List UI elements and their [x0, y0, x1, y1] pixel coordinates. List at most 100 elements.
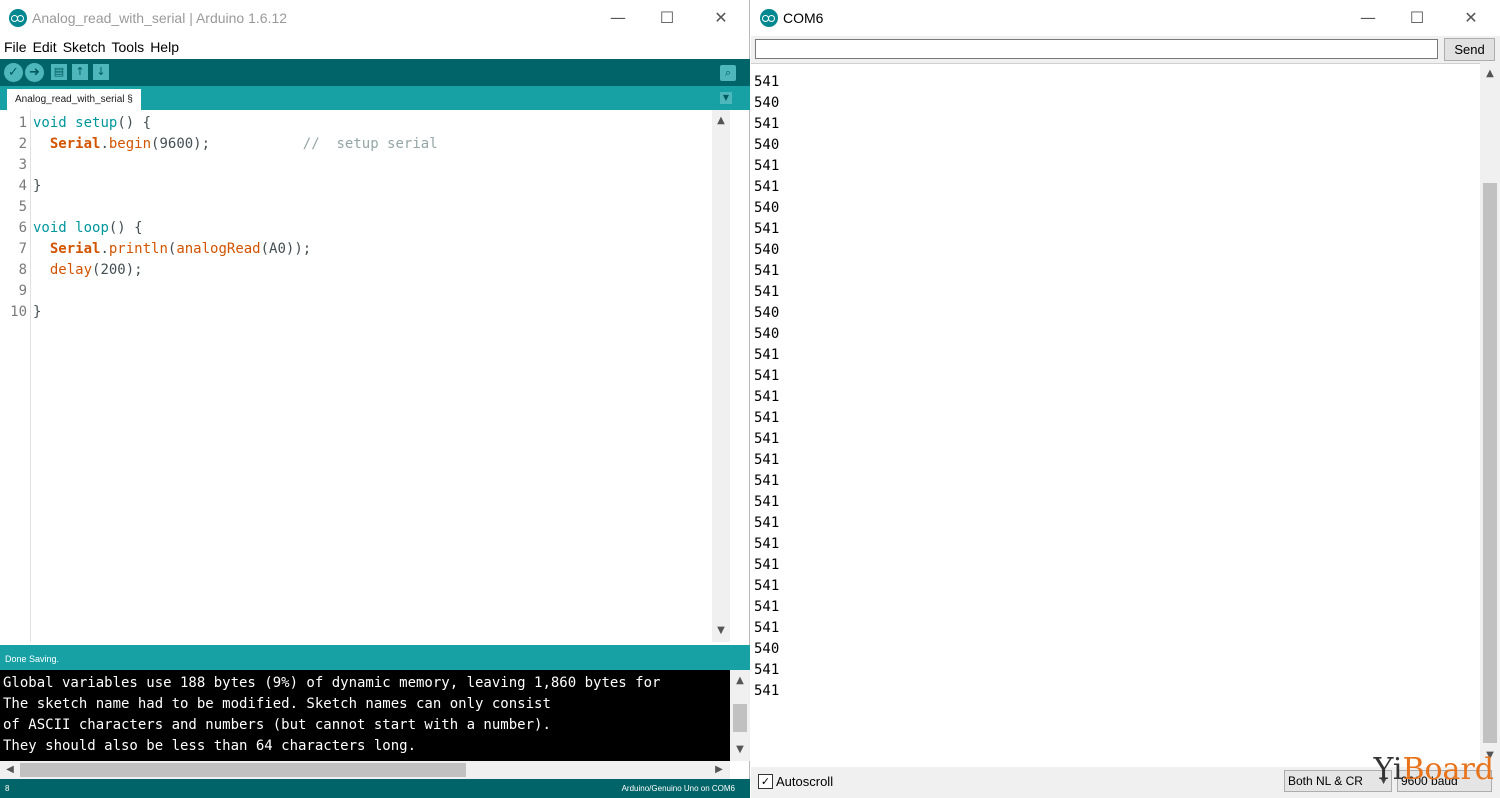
- ide-window-title: Analog_read_with_serial | Arduino 1.6.12: [32, 10, 288, 26]
- open-sketch-icon[interactable]: ↑: [72, 64, 88, 80]
- console-line: Global variables use 188 bytes (9%) of d…: [3, 675, 661, 691]
- scroll-down-icon[interactable]: ▼: [712, 622, 730, 640]
- line-number: 7: [18, 241, 27, 257]
- close-button[interactable]: ✕: [1448, 2, 1494, 34]
- serial-output-line: 541: [754, 410, 780, 426]
- verify-icon[interactable]: ✓: [4, 63, 23, 82]
- footer-line-number: 8: [5, 784, 10, 793]
- horizontal-scroll-thumb[interactable]: [20, 763, 466, 777]
- maximize-button[interactable]: ☐: [644, 2, 690, 34]
- save-sketch-icon[interactable]: ↓: [93, 64, 109, 80]
- menu-edit[interactable]: Edit: [31, 37, 59, 57]
- serial-output-line: 540: [754, 137, 780, 153]
- ide-footer: 8 Arduino/Genuino Uno on COM6: [0, 779, 750, 798]
- serial-output-line: 541: [754, 389, 780, 405]
- minimize-button[interactable]: —: [595, 2, 641, 34]
- serial-output-line: 541: [754, 263, 780, 279]
- tab-sketch[interactable]: Analog_read_with_serial §: [7, 89, 141, 110]
- code-function: analogRead: [176, 241, 261, 257]
- send-button[interactable]: Send: [1444, 38, 1495, 61]
- serial-output: 541 540 541 540 541 541 540 541 540 541 541 540 540 5…: [751, 63, 1480, 768]
- line-number: 9: [18, 283, 27, 299]
- serial-output-line: 541: [754, 683, 780, 699]
- line-ending-value: Both NL & CR: [1288, 774, 1363, 788]
- code-line-10: }: [33, 304, 42, 320]
- code-line-6: void loop() {: [33, 220, 143, 236]
- output-scrollbar[interactable]: ▲ ▼: [1480, 63, 1500, 767]
- upload-icon[interactable]: ➜: [25, 63, 44, 82]
- serial-output-line: 541: [754, 473, 780, 489]
- serial-output-line: 541: [754, 74, 780, 90]
- serial-output-line: 541: [754, 599, 780, 615]
- arduino-logo-icon: [9, 9, 27, 27]
- code-keyword: void: [33, 115, 67, 131]
- status-bar: Done Saving.: [0, 645, 750, 670]
- serial-output-line: 540: [754, 641, 780, 657]
- serial-monitor-icon[interactable]: ⌕: [720, 65, 736, 81]
- code-text: (9600);: [151, 136, 211, 152]
- serial-monitor-window: COM6 — ☐ ✕ Send 541 540 541 540 541 541 540 541…: [751, 0, 1500, 798]
- code-line-7: Serial.println(analogRead(A0));: [33, 241, 311, 257]
- serial-output-line: 541: [754, 452, 780, 468]
- code-line-2: Serial.begin(9600); // setup serial: [33, 136, 438, 152]
- line-number: 3: [18, 157, 27, 173]
- menu-help[interactable]: Help: [148, 37, 181, 57]
- serial-output-line: 541: [754, 557, 780, 573]
- console-horizontal-scrollbar[interactable]: ◀ ▶: [0, 761, 730, 779]
- maximize-button[interactable]: ☐: [1394, 2, 1440, 34]
- scroll-down-icon[interactable]: ▼: [731, 741, 749, 759]
- console-scrollbar[interactable]: ▲ ▼: [730, 670, 750, 761]
- line-number: 4: [18, 178, 27, 194]
- menu-sketch[interactable]: Sketch: [61, 37, 108, 57]
- code-text: (A0));: [260, 241, 312, 257]
- code-function: loop: [75, 220, 109, 236]
- code-line-1: void setup() {: [33, 115, 151, 131]
- line-number-gutter: 1 2 3 4 5 6 7 8 9 10: [0, 110, 31, 642]
- close-button[interactable]: ✕: [698, 2, 744, 34]
- serial-output-line: 541: [754, 284, 780, 300]
- scroll-up-icon[interactable]: ▲: [731, 672, 749, 690]
- serial-output-line: 541: [754, 431, 780, 447]
- code-text: () {: [117, 115, 152, 131]
- autoscroll-label: Autoscroll: [776, 774, 834, 789]
- serial-output-line: 541: [754, 494, 780, 510]
- serial-output-line: 541: [754, 515, 780, 531]
- serial-output-line: 541: [754, 221, 780, 237]
- code-keyword: void: [33, 220, 67, 236]
- ide-titlebar: Analog_read_with_serial | Arduino 1.6.12…: [0, 0, 749, 36]
- line-number: 1: [18, 115, 27, 131]
- serial-input-field[interactable]: [755, 39, 1438, 59]
- code-line-8: delay(200);: [33, 262, 143, 278]
- footer-board-info: Arduino/Genuino Uno on COM6: [621, 784, 735, 793]
- serial-output-line: 540: [754, 326, 780, 342]
- scroll-up-icon[interactable]: ▲: [712, 112, 730, 130]
- console-line: They should also be less than 64 charact…: [3, 738, 417, 754]
- menu-file[interactable]: File: [2, 37, 29, 57]
- line-number: 8: [18, 262, 27, 278]
- serial-output-line: 540: [754, 242, 780, 258]
- scroll-up-icon[interactable]: ▲: [1481, 65, 1499, 83]
- minimize-button[interactable]: —: [1345, 2, 1391, 34]
- autoscroll-checkbox[interactable]: ✓: [758, 774, 773, 789]
- tab-menu-icon[interactable]: ▼: [720, 92, 732, 104]
- code-function: begin: [108, 136, 152, 152]
- scroll-left-icon[interactable]: ◀: [1, 761, 19, 779]
- console-scroll-thumb[interactable]: [733, 704, 747, 732]
- code-class: Serial: [49, 136, 101, 152]
- new-sketch-icon[interactable]: ▤: [51, 64, 67, 80]
- serial-output-line: 541: [754, 158, 780, 174]
- menu-tools[interactable]: Tools: [110, 37, 147, 57]
- watermark-board: Board: [1402, 752, 1494, 787]
- code-text: (200);: [92, 262, 143, 278]
- output-scroll-thumb[interactable]: [1483, 183, 1497, 743]
- editor-scrollbar[interactable]: ▲ ▼: [712, 110, 730, 642]
- serial-output-line: 541: [754, 662, 780, 678]
- line-number: 10: [10, 304, 27, 320]
- scroll-right-icon[interactable]: ▶: [710, 761, 728, 779]
- console-line: of ASCII characters and numbers (but can…: [3, 717, 551, 733]
- code-text: .: [100, 136, 109, 152]
- code-editor[interactable]: 1 2 3 4 5 6 7 8 9 10 void setup() { Seri…: [0, 110, 730, 642]
- code-text: () {: [108, 220, 143, 236]
